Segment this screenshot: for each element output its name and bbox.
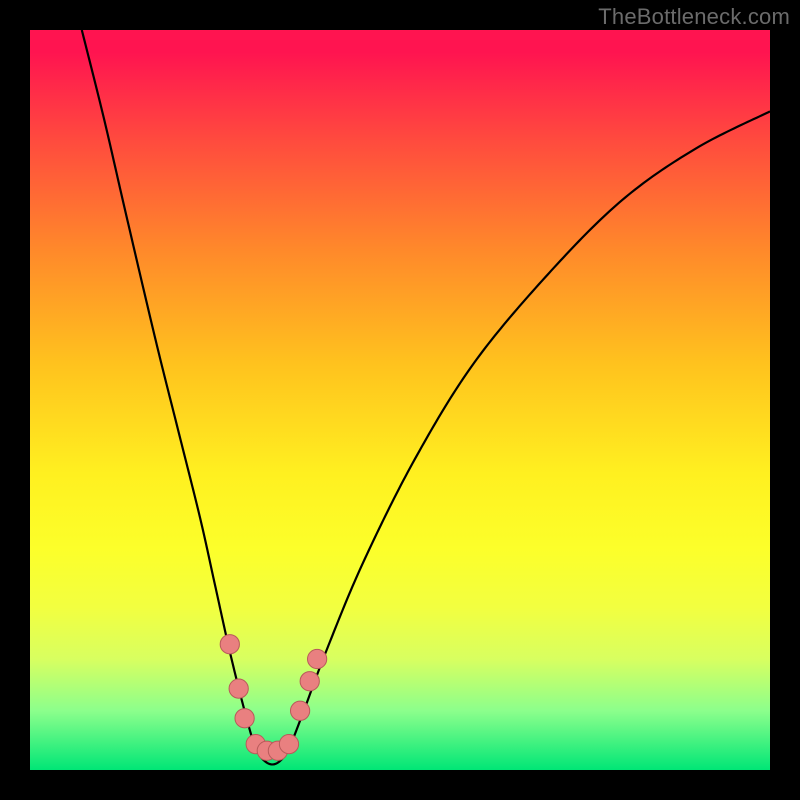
curve-marker xyxy=(308,649,327,668)
watermark-text: TheBottleneck.com xyxy=(598,4,790,30)
plot-area xyxy=(30,30,770,770)
bottleneck-curve-svg xyxy=(30,30,770,770)
curve-marker xyxy=(220,635,239,654)
curve-marker xyxy=(279,734,298,753)
curve-marker xyxy=(300,672,319,691)
chart-frame: TheBottleneck.com xyxy=(0,0,800,800)
curve-marker xyxy=(229,679,248,698)
bottleneck-curve xyxy=(82,30,770,764)
curve-marker xyxy=(290,701,309,720)
curve-markers xyxy=(220,635,327,761)
curve-marker xyxy=(235,709,254,728)
